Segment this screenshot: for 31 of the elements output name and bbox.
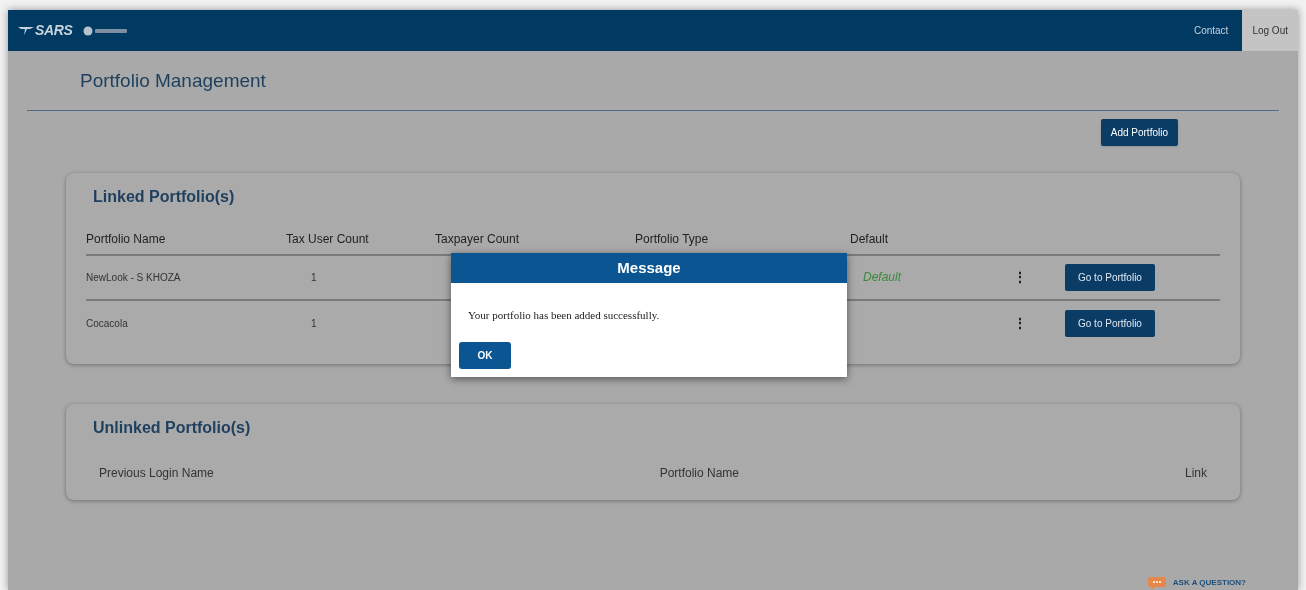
dialog-message: Your portfolio has been added successfully. (467, 308, 661, 323)
more-menu-button[interactable]: ⋮ (1013, 266, 1023, 288)
nav-link[interactable]: Log Out (1242, 10, 1298, 51)
column-header: Previous Login Name (98, 464, 215, 482)
ask-question-link[interactable]: ASK A QUESTION? (1172, 577, 1246, 589)
column-header: Default (850, 230, 890, 248)
nav-link[interactable]: Contact (1179, 10, 1243, 51)
ok-button[interactable]: OK (459, 341, 511, 369)
column-header: Portfolio Name (658, 464, 741, 482)
add-portfolio-button[interactable]: Add Portfolio (1100, 118, 1178, 146)
dialog-title: Message (451, 253, 847, 283)
section-title: Unlinked Portfolio(s) (93, 417, 252, 438)
table-cell: 1 (311, 271, 317, 283)
table-cell: NewLook - S KHOZA (86, 271, 181, 283)
column-header: Portfolio Name (86, 230, 167, 248)
column-header: Link (1184, 464, 1208, 482)
column-header: Tax User Count (286, 230, 370, 248)
go-to-portfolio-button[interactable]: Go to Portfolio (1065, 309, 1155, 337)
chat-bubble-icon[interactable] (1146, 576, 1167, 590)
more-menu-button[interactable]: ⋮ (1013, 312, 1023, 334)
section-title: Linked Portfolio(s) (93, 186, 236, 207)
go-to-portfolio-button[interactable]: Go to Portfolio (1065, 263, 1155, 291)
table-cell: 1 (311, 317, 317, 329)
column-header: Portfolio Type (635, 230, 710, 248)
table-cell: Cocacola (86, 317, 128, 329)
brand-logo-text: SARS (35, 21, 73, 40)
page-title: Portfolio Management (80, 69, 267, 93)
logo-icon (18, 25, 34, 36)
default-label: Default (863, 270, 902, 284)
column-header: Taxpayer Count (435, 230, 521, 248)
filing-logo-icon (82, 25, 129, 36)
